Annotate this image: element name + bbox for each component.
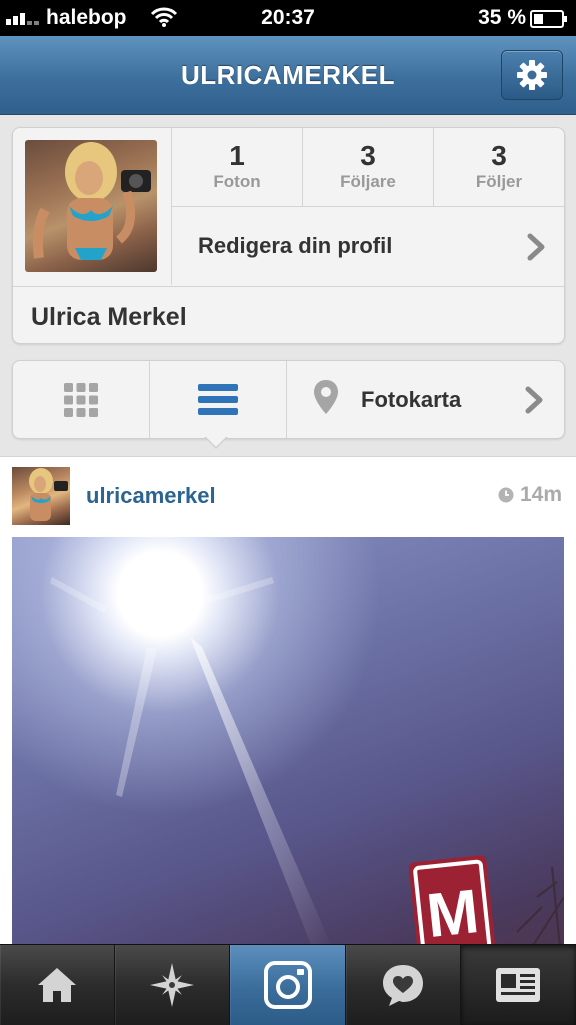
edit-profile-label: Redigera din profil bbox=[198, 233, 393, 258]
gear-icon bbox=[517, 60, 547, 90]
grid-view-icon bbox=[64, 382, 98, 417]
news-heart-icon bbox=[382, 965, 423, 1006]
edit-profile-button[interactable]: Redigera din profil bbox=[172, 207, 564, 285]
tab-photo-map[interactable]: Fotokarta bbox=[287, 361, 564, 438]
photo-map-label: Fotokarta bbox=[361, 386, 462, 412]
stat-label: Följare bbox=[340, 172, 396, 191]
feed-post: ulricamerkel 14m M bbox=[0, 456, 576, 947]
clock-icon bbox=[498, 487, 514, 503]
camera-icon bbox=[263, 961, 312, 1009]
avatar-cell bbox=[13, 128, 172, 285]
full-name-row: Ulrica Merkel bbox=[13, 286, 564, 344]
stat-photos[interactable]: 1 Foton bbox=[172, 128, 303, 206]
list-view-icon bbox=[198, 383, 238, 415]
profile-card: 1 Foton 3 Följare 3 Följer Redigera din … bbox=[12, 127, 565, 344]
post-username-link[interactable]: ulricamerkel bbox=[86, 483, 216, 509]
profile-icon bbox=[496, 968, 541, 1002]
home-icon bbox=[38, 968, 77, 1002]
sign-letter: M bbox=[424, 877, 483, 947]
settings-button[interactable] bbox=[501, 50, 563, 100]
explore-icon bbox=[150, 963, 195, 1007]
stat-value: 3 bbox=[491, 140, 507, 171]
status-bar: halebop 20:37 35 % bbox=[0, 0, 576, 36]
tab-grid-view[interactable] bbox=[13, 361, 150, 438]
full-name: Ulrica Merkel bbox=[31, 303, 187, 331]
tab-explore[interactable] bbox=[115, 945, 231, 1025]
stat-label: Följer bbox=[475, 172, 523, 191]
stat-label: Foton bbox=[213, 172, 261, 191]
post-timestamp: 14m bbox=[498, 483, 562, 507]
battery-percent: 35 % bbox=[478, 6, 526, 29]
post-photo[interactable]: M bbox=[12, 537, 564, 947]
tab-list-view[interactable] bbox=[150, 361, 287, 438]
post-avatar[interactable] bbox=[12, 467, 70, 525]
post-time-text: 14m bbox=[519, 483, 562, 506]
page-title: ULRICAMERKEL bbox=[181, 60, 395, 90]
bottom-tab-bar bbox=[0, 944, 576, 1025]
profile-stats: 1 Foton 3 Följare 3 Följer bbox=[172, 128, 564, 207]
tab-news[interactable] bbox=[346, 945, 461, 1025]
tab-home[interactable] bbox=[0, 945, 116, 1025]
battery-icon bbox=[530, 10, 567, 28]
stat-value: 1 bbox=[229, 140, 245, 171]
chevron-right-icon bbox=[526, 233, 546, 266]
view-switcher: Fotokarta bbox=[12, 360, 565, 439]
stat-followers[interactable]: 3 Följare bbox=[303, 128, 434, 206]
tab-camera[interactable] bbox=[230, 945, 346, 1025]
chevron-right-icon bbox=[524, 386, 544, 419]
profile-avatar[interactable] bbox=[25, 140, 157, 272]
map-pin-icon bbox=[313, 379, 339, 420]
stat-value: 3 bbox=[360, 140, 376, 171]
navigation-bar: ULRICAMERKEL bbox=[0, 36, 576, 115]
active-tab-pointer bbox=[204, 436, 228, 449]
tab-profile[interactable] bbox=[460, 945, 576, 1025]
stat-following[interactable]: 3 Följer bbox=[434, 128, 564, 206]
